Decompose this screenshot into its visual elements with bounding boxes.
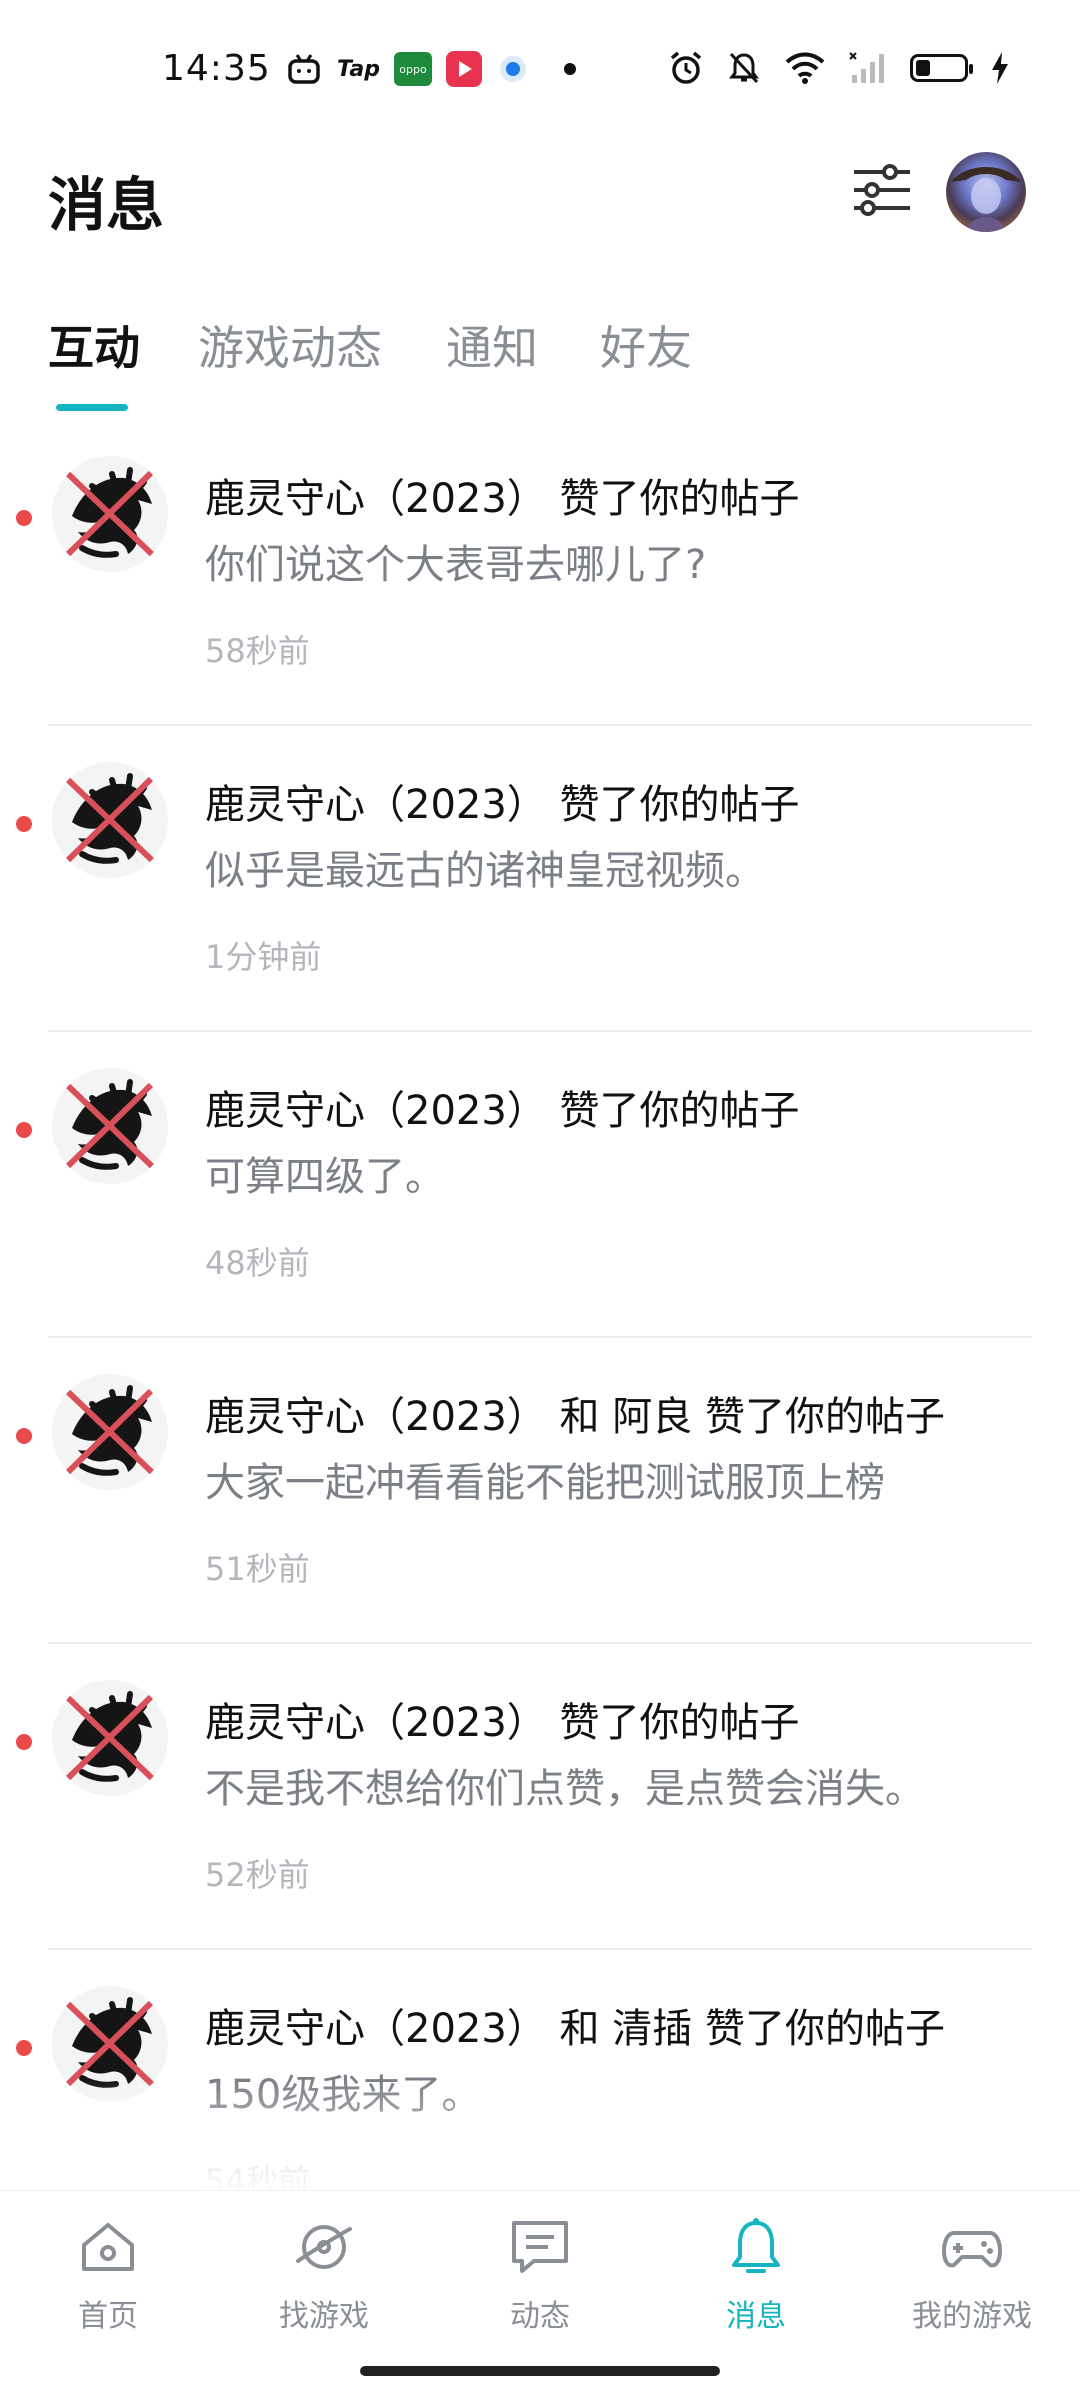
message-item[interactable]: 鹿灵守心（2023） 赞了你的帖子 似乎是最远古的诸神皇冠视频。 1分钟前 [0,726,1080,1032]
message-item[interactable]: 鹿灵守心（2023） 和 清插 赞了你的帖子 150级我来了。 54秒前 [0,1950,1080,2190]
nav-feed[interactable]: 动态 [440,2215,640,2335]
user-avatar[interactable] [946,152,1026,232]
filter-button[interactable] [850,158,914,222]
dragon-tribal-avatar-icon [52,1680,168,1796]
message-time: 48秒前 [205,1244,310,1282]
message-content: 150级我来了。 [205,2072,482,2118]
message-content: 不是我不想给你们点赞，是点赞会消失。 [205,1766,925,1812]
nav-messages[interactable]: 消息 [656,2215,856,2335]
chat-icon [512,2221,568,2273]
message-content: 你们说这个大表哥去哪儿了? [205,542,707,588]
nav-label: 我的游戏 [912,2299,1032,2334]
message-content: 大家一起冲看看能不能把测试服顶上榜 [205,1460,885,1506]
message-time: 58秒前 [205,632,310,670]
message-list: 鹿灵守心（2023） 赞了你的帖子 你们说这个大表哥去哪儿了? 58秒前 鹿灵守… [0,420,1080,2190]
tab-friends[interactable]: 好友 [600,312,692,378]
sender-avatar[interactable] [52,1986,168,2102]
tab-game-updates[interactable]: 游戏动态 [198,312,382,378]
status-bar: 14:35 Tap oppo [0,0,1080,140]
message-title: 鹿灵守心（2023） 和 清插 赞了你的帖子 [205,2006,945,2052]
filter-icon [854,164,910,216]
battery-icon [910,54,973,82]
mute-icon [729,52,759,84]
message-time: 1分钟前 [205,938,322,976]
message-title: 鹿灵守心（2023） 赞了你的帖子 [205,1700,800,1746]
signal-icon [849,52,884,83]
tab-notifications[interactable]: 通知 [446,312,538,378]
message-title: 鹿灵守心（2023） 赞了你的帖子 [205,782,800,828]
active-tab-indicator [56,404,128,411]
nav-home[interactable]: 首页 [8,2215,208,2335]
nav-label: 消息 [726,2299,786,2334]
bell-icon [732,2218,780,2273]
gamepad-icon [942,2231,1002,2268]
unread-dot [16,1428,32,1444]
notification-dot-icon [564,63,576,75]
dragon-tribal-avatar-icon [52,762,168,878]
tap-icon: Tap [337,56,380,82]
message-content: 似乎是最远古的诸神皇冠视频。 [205,848,765,894]
message-time: 54秒前 [205,2162,310,2190]
unread-dot [16,1734,32,1750]
sender-avatar[interactable] [52,1680,168,1796]
message-item[interactable]: 鹿灵守心（2023） 和 阿良 赞了你的帖子 大家一起冲看看能不能把测试服顶上榜… [0,1338,1080,1644]
message-item[interactable]: 鹿灵守心（2023） 赞了你的帖子 不是我不想给你们点赞，是点赞会消失。 52秒… [0,1644,1080,1950]
sender-avatar[interactable] [52,456,168,572]
dragon-tribal-avatar-icon [52,1374,168,1490]
charging-icon [992,52,1008,84]
page-title: 消息 [48,171,165,239]
status-system-icons [668,50,1010,86]
alarm-icon [670,51,702,84]
dragon-tribal-avatar-icon [52,1986,168,2102]
sender-avatar[interactable] [52,1068,168,1184]
header: 消息 [0,140,1080,250]
message-time: 51秒前 [205,1550,310,1588]
home-indicator[interactable] [360,2366,720,2376]
message-item[interactable]: 鹿灵守心（2023） 赞了你的帖子 你们说这个大表哥去哪儿了? 58秒前 [0,420,1080,726]
message-time: 52秒前 [205,1856,310,1894]
video-icon [446,51,482,87]
message-content: 可算四级了。 [205,1154,445,1200]
home-icon [82,2223,134,2271]
wifi-icon [785,52,825,84]
nav-label: 动态 [510,2299,570,2334]
bilibili-icon [285,50,323,88]
nav-label: 首页 [78,2299,138,2334]
unread-dot [16,1122,32,1138]
sender-avatar[interactable] [52,762,168,878]
tab-interaction[interactable]: 互动 [48,312,140,378]
message-title: 鹿灵守心（2023） 赞了你的帖子 [205,1088,800,1134]
message-item[interactable]: 鹿灵守心（2023） 赞了你的帖子 可算四级了。 48秒前 [0,1032,1080,1338]
unread-dot [16,2040,32,2056]
nav-label: 找游戏 [279,2299,369,2334]
status-time: 14:35 [162,48,271,89]
oppo-icon: oppo [394,52,432,86]
nav-my-games[interactable]: 我的游戏 [872,2215,1072,2335]
blue-dot-icon [496,52,530,86]
dragon-tribal-avatar-icon [52,456,168,572]
tab-bar: 互动 游戏动态 通知 好友 [0,300,1080,420]
nav-find-games[interactable]: 找游戏 [224,2215,424,2335]
message-title: 鹿灵守心（2023） 和 阿良 赞了你的帖子 [205,1394,945,1440]
dragon-tribal-avatar-icon [52,1068,168,1184]
planet-icon [296,2225,352,2269]
unread-dot [16,816,32,832]
status-app-icons: Tap oppo [285,50,576,88]
unread-dot [16,510,32,526]
sender-avatar[interactable] [52,1374,168,1490]
message-title: 鹿灵守心（2023） 赞了你的帖子 [205,476,800,522]
